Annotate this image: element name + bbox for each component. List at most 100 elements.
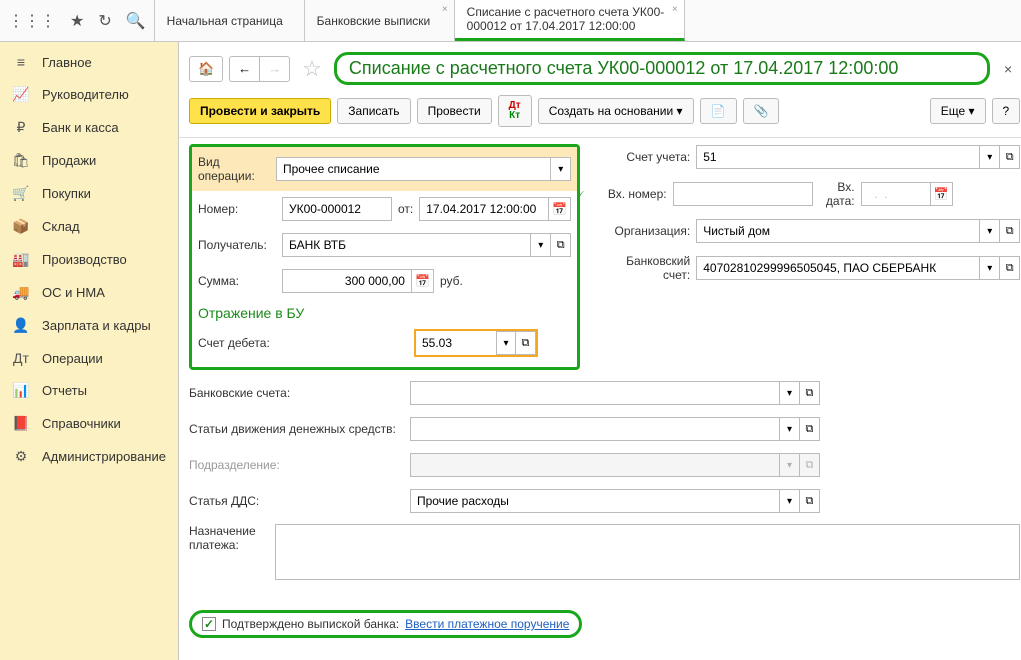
- account-code-dd[interactable]: ▾: [980, 145, 1000, 169]
- sidebar-item-manager[interactable]: 📈Руководителю: [0, 78, 178, 111]
- org-dd[interactable]: ▾: [980, 219, 1000, 243]
- op-type-dd[interactable]: ▾: [551, 157, 571, 181]
- sidebar-item-admin[interactable]: ⚙Администрирование: [0, 440, 178, 473]
- create-based-button[interactable]: Создать на основании ▾: [538, 98, 694, 124]
- apps-icon[interactable]: ⋮⋮⋮: [8, 11, 56, 31]
- bank-acc-dd[interactable]: ▾: [980, 256, 1000, 280]
- sidebar-item-payroll[interactable]: 👤 Зарплата и кадры: [0, 309, 178, 342]
- op-type-input[interactable]: [276, 157, 551, 181]
- sidebar-item-label: Склад: [42, 219, 80, 234]
- sidebar-item-production[interactable]: 🏭Производство: [0, 243, 178, 276]
- org-open[interactable]: ⧉: [1000, 219, 1020, 243]
- date-input[interactable]: [419, 197, 549, 221]
- purpose-input[interactable]: [275, 524, 1020, 580]
- sidebar-item-label: Зарплата и кадры: [42, 318, 151, 333]
- report-icon: 📊: [12, 382, 30, 399]
- post-button[interactable]: Провести: [417, 98, 492, 124]
- attach-button[interactable]: 📎: [743, 98, 780, 124]
- dds-input[interactable]: [410, 489, 780, 513]
- dtkt-button[interactable]: ДтКт: [498, 95, 532, 127]
- org-label: Организация:: [600, 224, 690, 238]
- op-type-label: Вид операции:: [198, 155, 276, 183]
- more-button[interactable]: Еще ▾: [930, 98, 986, 124]
- confirmed-label: Подтверждено выпиской банка:: [222, 617, 399, 631]
- inc-date-input[interactable]: [861, 182, 931, 206]
- sum-input[interactable]: [282, 269, 412, 293]
- account-code-label: Счет учета:: [600, 150, 690, 164]
- sum-label: Сумма:: [198, 274, 276, 288]
- sidebar-item-warehouse[interactable]: 📦Склад: [0, 210, 178, 243]
- sidebar-item-assets[interactable]: 🚚ОС и НМА: [0, 276, 178, 309]
- help-button[interactable]: ?: [992, 98, 1021, 124]
- dds-dd[interactable]: ▾: [780, 489, 800, 513]
- close-button[interactable]: ×: [996, 61, 1020, 77]
- cash-flow-open[interactable]: ⧉: [800, 417, 820, 441]
- bank-acc-input[interactable]: [696, 256, 980, 280]
- dtkt-icon: Дт: [12, 350, 30, 366]
- debit-dd[interactable]: ▾: [496, 331, 516, 355]
- debit-input[interactable]: [416, 331, 496, 355]
- calendar-icon[interactable]: 📅: [549, 197, 571, 221]
- number-label: Номер:: [198, 202, 276, 216]
- back-button[interactable]: ←: [229, 56, 259, 82]
- close-icon[interactable]: ×: [442, 4, 448, 15]
- save-button[interactable]: Записать: [337, 98, 410, 124]
- subdivision-label: Подразделение:: [189, 458, 404, 472]
- inc-date-cal[interactable]: 📅: [931, 182, 953, 206]
- recipient-label: Получатель:: [198, 238, 276, 252]
- confirmed-block: ✓ Подтверждено выпиской банка: Ввести пл…: [189, 610, 582, 638]
- debit-label: Счет дебета:: [198, 336, 408, 350]
- sidebar-item-bank[interactable]: ₽Банк и касса: [0, 111, 178, 144]
- sidebar-item-reports[interactable]: 📊 Отчеты: [0, 374, 178, 407]
- bank-acc-open[interactable]: ⧉: [1000, 256, 1020, 280]
- account-code-input[interactable]: [696, 145, 980, 169]
- cash-flow-dd[interactable]: ▾: [780, 417, 800, 441]
- home-button[interactable]: 🏠: [189, 56, 223, 82]
- from-label: от:: [398, 202, 413, 216]
- tab-withdrawal[interactable]: Списание с расчетного счета УК00-000012 …: [455, 0, 685, 41]
- cash-flow-label: Статьи движения денежных средств:: [189, 422, 404, 436]
- debit-open[interactable]: ⧉: [516, 331, 536, 355]
- inc-date-label: Вх. дата:: [819, 180, 855, 208]
- number-input[interactable]: [282, 197, 392, 221]
- post-close-button[interactable]: Провести и закрыть: [189, 98, 331, 124]
- cash-flow-input[interactable]: [410, 417, 780, 441]
- tab-start[interactable]: Начальная страница: [155, 0, 305, 41]
- inc-num-input[interactable]: [673, 182, 813, 206]
- sidebar-item-operations[interactable]: ДтОперации: [0, 342, 178, 374]
- bank-accounts-dd[interactable]: ▾: [780, 381, 800, 405]
- forward-button[interactable]: →: [259, 56, 290, 82]
- highlighted-block: Вид операции: ▾ Номер: от:: [189, 144, 580, 370]
- confirmed-checkbox[interactable]: ✓: [202, 617, 216, 631]
- sidebar-item-references[interactable]: 📕Справочники: [0, 407, 178, 440]
- search-icon[interactable]: 🔍: [126, 11, 146, 31]
- sidebar-item-label: Производство: [42, 252, 127, 267]
- currency-label: руб.: [440, 274, 463, 288]
- ruble-icon: ₽: [12, 119, 30, 136]
- favorites-icon[interactable]: ★: [70, 11, 84, 31]
- sidebar-item-label: Главное: [42, 55, 92, 70]
- history-icon[interactable]: ↻: [98, 11, 111, 31]
- bank-accounts-open[interactable]: ⧉: [800, 381, 820, 405]
- cart-icon: 🛒: [12, 185, 30, 202]
- sidebar-item-label: Отчеты: [42, 383, 87, 398]
- menu-icon: ≡: [12, 54, 30, 70]
- sum-calc[interactable]: 📅: [412, 269, 434, 293]
- sidebar-item-main[interactable]: ≡ Главное: [0, 46, 178, 78]
- chart-icon: 📈: [12, 86, 30, 103]
- account-code-open[interactable]: ⧉: [1000, 145, 1020, 169]
- recipient-open[interactable]: ⧉: [551, 233, 571, 257]
- org-input[interactable]: [696, 219, 980, 243]
- recipient-input[interactable]: [282, 233, 531, 257]
- sidebar-item-sales[interactable]: 🛍Продажи: [0, 144, 178, 177]
- sidebar-item-purchases[interactable]: 🛒Покупки: [0, 177, 178, 210]
- recipient-dd[interactable]: ▾: [531, 233, 551, 257]
- enter-payment-link[interactable]: Ввести платежное поручение: [405, 617, 569, 631]
- print-button[interactable]: 📄: [700, 98, 737, 124]
- dds-open[interactable]: ⧉: [800, 489, 820, 513]
- bank-accounts-input[interactable]: [410, 381, 780, 405]
- tab-bank-statements[interactable]: Банковские выписки×: [305, 0, 455, 41]
- person-icon: 👤: [12, 317, 30, 334]
- favorite-icon[interactable]: ☆: [296, 56, 328, 82]
- close-icon[interactable]: ×: [672, 4, 678, 15]
